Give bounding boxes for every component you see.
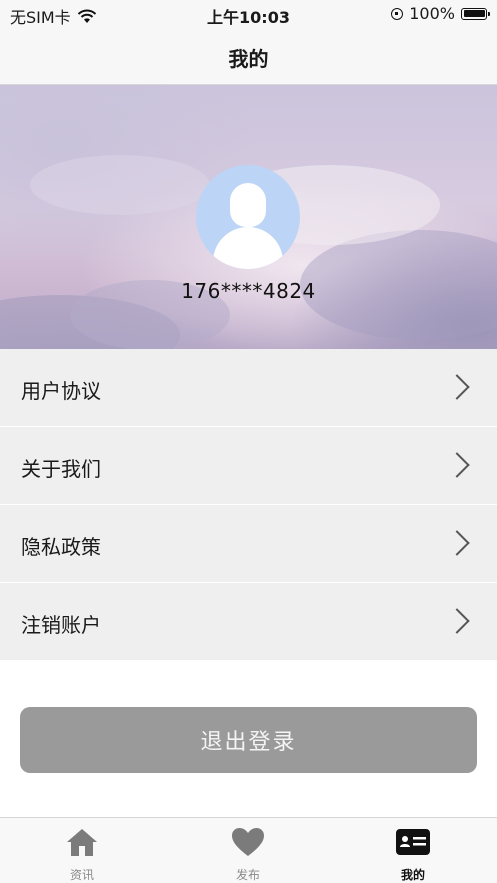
menu-item-user-agreement[interactable]: 用户协议 — [0, 349, 497, 427]
chevron-right-icon — [444, 530, 470, 556]
status-bar: 无SIM卡 上午10:03 100% — [0, 0, 497, 28]
menu-item-label: 关于我们 — [21, 457, 101, 481]
tab-publish[interactable]: 发布 — [188, 826, 308, 883]
menu-item-privacy-policy[interactable]: 隐私政策 — [0, 505, 497, 583]
nav-bar: 我的 — [0, 28, 497, 85]
menu-item-label: 注销账户 — [21, 613, 101, 637]
avatar-body-shape — [213, 227, 283, 269]
status-right: 100% — [391, 4, 490, 23]
tab-label: 发布 — [235, 868, 260, 882]
profile-banner: 176****4824 — [0, 85, 497, 349]
heart-icon — [232, 828, 264, 856]
menu-item-label: 用户协议 — [21, 379, 101, 403]
avatar[interactable] — [196, 165, 300, 269]
chevron-right-icon — [444, 374, 470, 400]
logout-button[interactable]: 退出登录 — [20, 707, 477, 773]
rotation-lock-icon — [391, 7, 404, 20]
menu-item-delete-account[interactable]: 注销账户 — [0, 583, 497, 661]
tab-label: 资讯 — [69, 868, 94, 882]
page-title: 我的 — [228, 47, 269, 71]
tab-label: 我的 — [400, 868, 425, 882]
menu-item-about-us[interactable]: 关于我们 — [0, 427, 497, 505]
chevron-right-icon — [444, 608, 470, 634]
user-phone: 176****4824 — [181, 279, 316, 303]
chevron-right-icon — [444, 452, 470, 478]
avatar-head-shape — [230, 183, 266, 227]
tab-bar: 资讯 发布 我的 — [0, 817, 497, 883]
tab-mine[interactable]: 我的 — [353, 826, 473, 883]
menu-item-label: 隐私政策 — [21, 535, 101, 559]
battery-percent: 100% — [409, 4, 455, 23]
profile-card-icon — [396, 829, 430, 855]
home-icon — [67, 829, 97, 856]
tab-news[interactable]: 资讯 — [22, 826, 142, 883]
battery-icon — [461, 7, 490, 20]
settings-menu: 用户协议 关于我们 隐私政策 注销账户 — [0, 349, 497, 661]
